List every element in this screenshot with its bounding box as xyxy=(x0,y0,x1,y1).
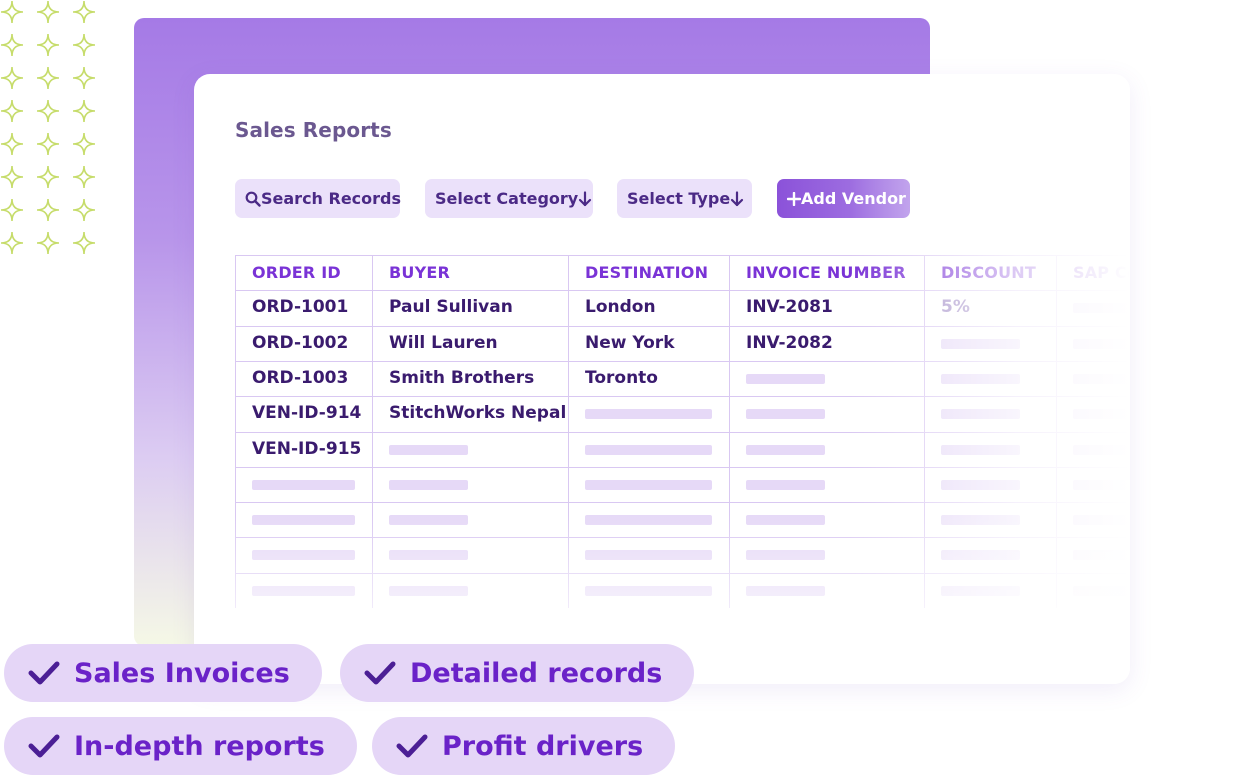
column-header[interactable]: ORDER ID xyxy=(252,255,341,290)
placeholder-bar xyxy=(1073,550,1130,561)
placeholder-bar xyxy=(1073,444,1130,455)
chip-detailed-records: Detailed records xyxy=(340,644,695,702)
row-divider xyxy=(235,431,1130,433)
arrow-down-icon xyxy=(731,190,744,206)
placeholder-bar xyxy=(746,409,825,420)
placeholder-bar xyxy=(389,444,468,455)
placeholder-bar xyxy=(252,479,355,490)
placeholder-bar xyxy=(941,515,1020,526)
placeholder-bar xyxy=(746,585,825,596)
table-cell[interactable]: Smith Brothers xyxy=(389,361,534,396)
search-records-label: Search Records xyxy=(261,189,402,208)
sparkle-pattern-icon xyxy=(0,0,96,255)
column-header[interactable]: INVOICE NUMBER xyxy=(746,255,906,290)
chip-label: In-depth reports xyxy=(74,730,325,762)
sales-reports-card: Sales Reports Search Records Select Cate… xyxy=(194,74,1130,684)
placeholder-bar xyxy=(252,585,355,596)
column-header[interactable]: DISCOUNT xyxy=(941,255,1036,290)
row-divider xyxy=(235,396,1130,398)
table-cell[interactable]: StitchWorks Nepal xyxy=(389,396,566,431)
table-cell[interactable]: ORD-1002 xyxy=(252,326,348,361)
page-title: Sales Reports xyxy=(235,118,392,142)
check-icon xyxy=(364,661,396,685)
placeholder-bar xyxy=(389,550,468,561)
placeholder-bar xyxy=(1073,373,1130,384)
table-cell[interactable]: Will Lauren xyxy=(389,326,498,361)
table-cell[interactable]: London xyxy=(585,290,656,325)
placeholder-bar xyxy=(941,550,1020,561)
placeholder-bar xyxy=(1073,585,1130,596)
check-icon xyxy=(396,734,428,758)
placeholder-bar xyxy=(941,444,1020,455)
placeholder-bar xyxy=(746,550,825,561)
row-divider xyxy=(235,466,1130,468)
add-vendor-button[interactable]: Add Vendor xyxy=(777,179,910,218)
placeholder-bar xyxy=(585,550,712,561)
placeholder-bar xyxy=(1073,409,1130,420)
search-records-button[interactable]: Search Records xyxy=(235,179,402,218)
plus-icon xyxy=(787,191,801,206)
placeholder-bar xyxy=(1073,479,1130,490)
select-category-dropdown[interactable]: Select Category xyxy=(425,179,593,218)
placeholder-bar xyxy=(941,409,1020,420)
table-cell[interactable]: ORD-1003 xyxy=(252,361,348,396)
row-divider xyxy=(235,502,1130,504)
table-cell[interactable]: Toronto xyxy=(585,361,658,396)
row-divider xyxy=(235,572,1130,574)
chip-label: Detailed records xyxy=(410,657,663,689)
table-cell[interactable]: INV-2082 xyxy=(746,326,833,361)
placeholder-bar xyxy=(746,479,825,490)
placeholder-bar xyxy=(585,515,712,526)
table-cell[interactable]: ORD-1001 xyxy=(252,290,348,325)
row-divider xyxy=(235,360,1130,362)
placeholder-bar xyxy=(941,585,1020,596)
placeholder-bar xyxy=(252,550,355,561)
table-cell[interactable]: VEN-ID-914 xyxy=(252,396,361,431)
select-category-label: Select Category xyxy=(435,189,579,208)
placeholder-bar xyxy=(389,585,468,596)
placeholder-bar xyxy=(941,338,1020,349)
chip-label: Sales Invoices xyxy=(74,657,290,689)
placeholder-bar xyxy=(746,444,825,455)
chip-in-depth-reports: In-depth reports xyxy=(4,717,357,775)
placeholder-bar xyxy=(585,479,712,490)
table-cell[interactable]: Paul Sullivan xyxy=(389,290,513,325)
chip-profit-drivers: Profit drivers xyxy=(372,717,676,775)
table-cell[interactable]: VEN-ID-915 xyxy=(252,432,361,467)
table-cell[interactable]: 5% xyxy=(941,290,970,325)
table-cell[interactable]: New York xyxy=(585,326,675,361)
placeholder-bar xyxy=(389,479,468,490)
select-type-label: Select Type xyxy=(627,189,731,208)
placeholder-bar xyxy=(1073,515,1130,526)
placeholder-bar xyxy=(252,515,355,526)
placeholder-bar xyxy=(941,479,1020,490)
placeholder-bar xyxy=(585,585,712,596)
row-divider xyxy=(235,537,1130,539)
chip-label: Profit drivers xyxy=(442,730,644,762)
placeholder-bar xyxy=(746,515,825,526)
placeholder-bar xyxy=(1073,303,1130,314)
check-icon xyxy=(28,734,60,758)
search-icon xyxy=(245,191,261,207)
placeholder-bar xyxy=(746,373,825,384)
table-cell[interactable]: INV-2081 xyxy=(746,290,833,325)
placeholder-bar xyxy=(585,444,712,455)
placeholder-bar xyxy=(585,409,712,420)
column-header[interactable]: BUYER xyxy=(389,255,450,290)
placeholder-bar xyxy=(1073,338,1130,349)
add-vendor-label: Add Vendor xyxy=(801,189,906,208)
chip-sales-invoices: Sales Invoices xyxy=(4,644,322,702)
placeholder-bar xyxy=(389,515,468,526)
check-icon xyxy=(28,661,60,685)
placeholder-bar xyxy=(941,373,1020,384)
column-header[interactable]: SAP Code xyxy=(1073,255,1130,290)
arrow-down-icon xyxy=(579,190,592,206)
row-divider xyxy=(235,325,1130,327)
column-header[interactable]: DESTINATION xyxy=(585,255,708,290)
select-type-dropdown[interactable]: Select Type xyxy=(617,179,752,218)
row-divider xyxy=(235,290,1130,292)
